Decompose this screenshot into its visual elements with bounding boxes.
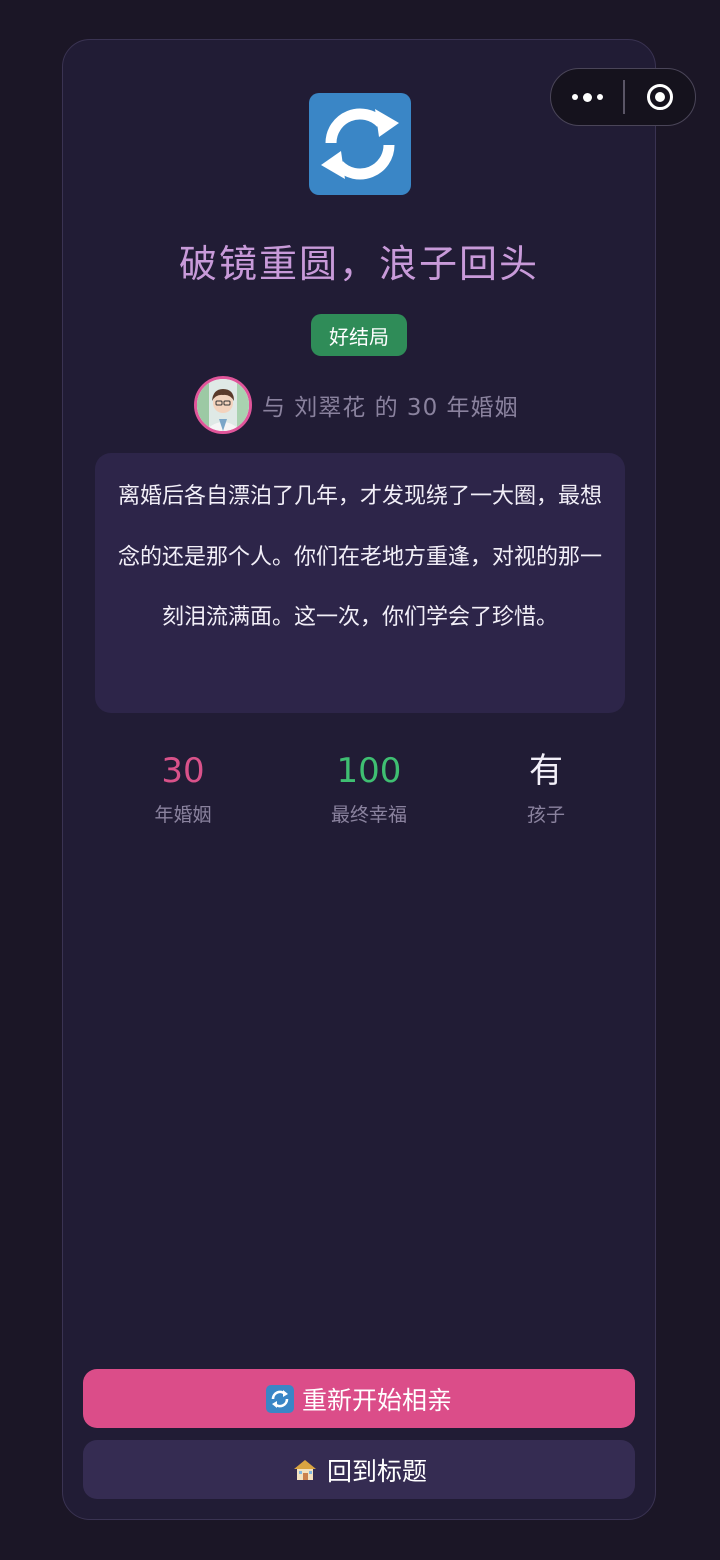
- restart-button-label: 重新开始相亲: [301, 1385, 452, 1415]
- refresh-arrows-icon: [309, 93, 411, 195]
- ending-type-badge: 好结局: [311, 314, 407, 356]
- stat-marriage-years: 30 年婚姻: [93, 748, 273, 827]
- refresh-icon: [265, 1384, 294, 1413]
- ending-title: 破镜重圆，浪子回头: [178, 242, 539, 286]
- more-dots-icon: [571, 94, 578, 100]
- more-dot-center: [582, 92, 592, 102]
- stats-row: 30 年婚姻 100 最终幸福 有 孩子: [62, 748, 656, 838]
- partner-avatar: [194, 376, 252, 434]
- target-close-icon: [646, 84, 673, 110]
- back-to-title-button[interactable]: 回到标题: [83, 1440, 635, 1499]
- stat-value: 30: [161, 751, 205, 791]
- stat-final-happiness: 100 最终幸福: [279, 748, 459, 827]
- partner-marriage-text: 与 刘翠花 的 30 年婚姻: [262, 395, 519, 421]
- stat-label: 孩子: [526, 804, 565, 826]
- ending-story-text: 离婚后各自漂泊了几年，才发现绕了一大圈，最想念的还是那个人。你们在老地方重逢，对…: [95, 453, 625, 713]
- partner-summary: 与 刘翠花 的 30 年婚姻: [194, 376, 519, 434]
- mini-program-capsule: [550, 68, 696, 126]
- stat-label: 最终幸福: [330, 804, 407, 826]
- close-mini-program-button[interactable]: [625, 69, 696, 125]
- stat-label: 年婚姻: [154, 804, 212, 826]
- stat-value: 100: [336, 751, 402, 791]
- more-menu-button[interactable]: [551, 69, 623, 125]
- more-dot-right: [596, 94, 603, 100]
- stat-children: 有 孩子: [456, 748, 636, 827]
- house-icon: [291, 1456, 319, 1484]
- restart-matchmaking-button[interactable]: 重新开始相亲: [83, 1369, 635, 1428]
- home-button-label: 回到标题: [326, 1456, 427, 1486]
- stat-value: 有: [529, 751, 563, 791]
